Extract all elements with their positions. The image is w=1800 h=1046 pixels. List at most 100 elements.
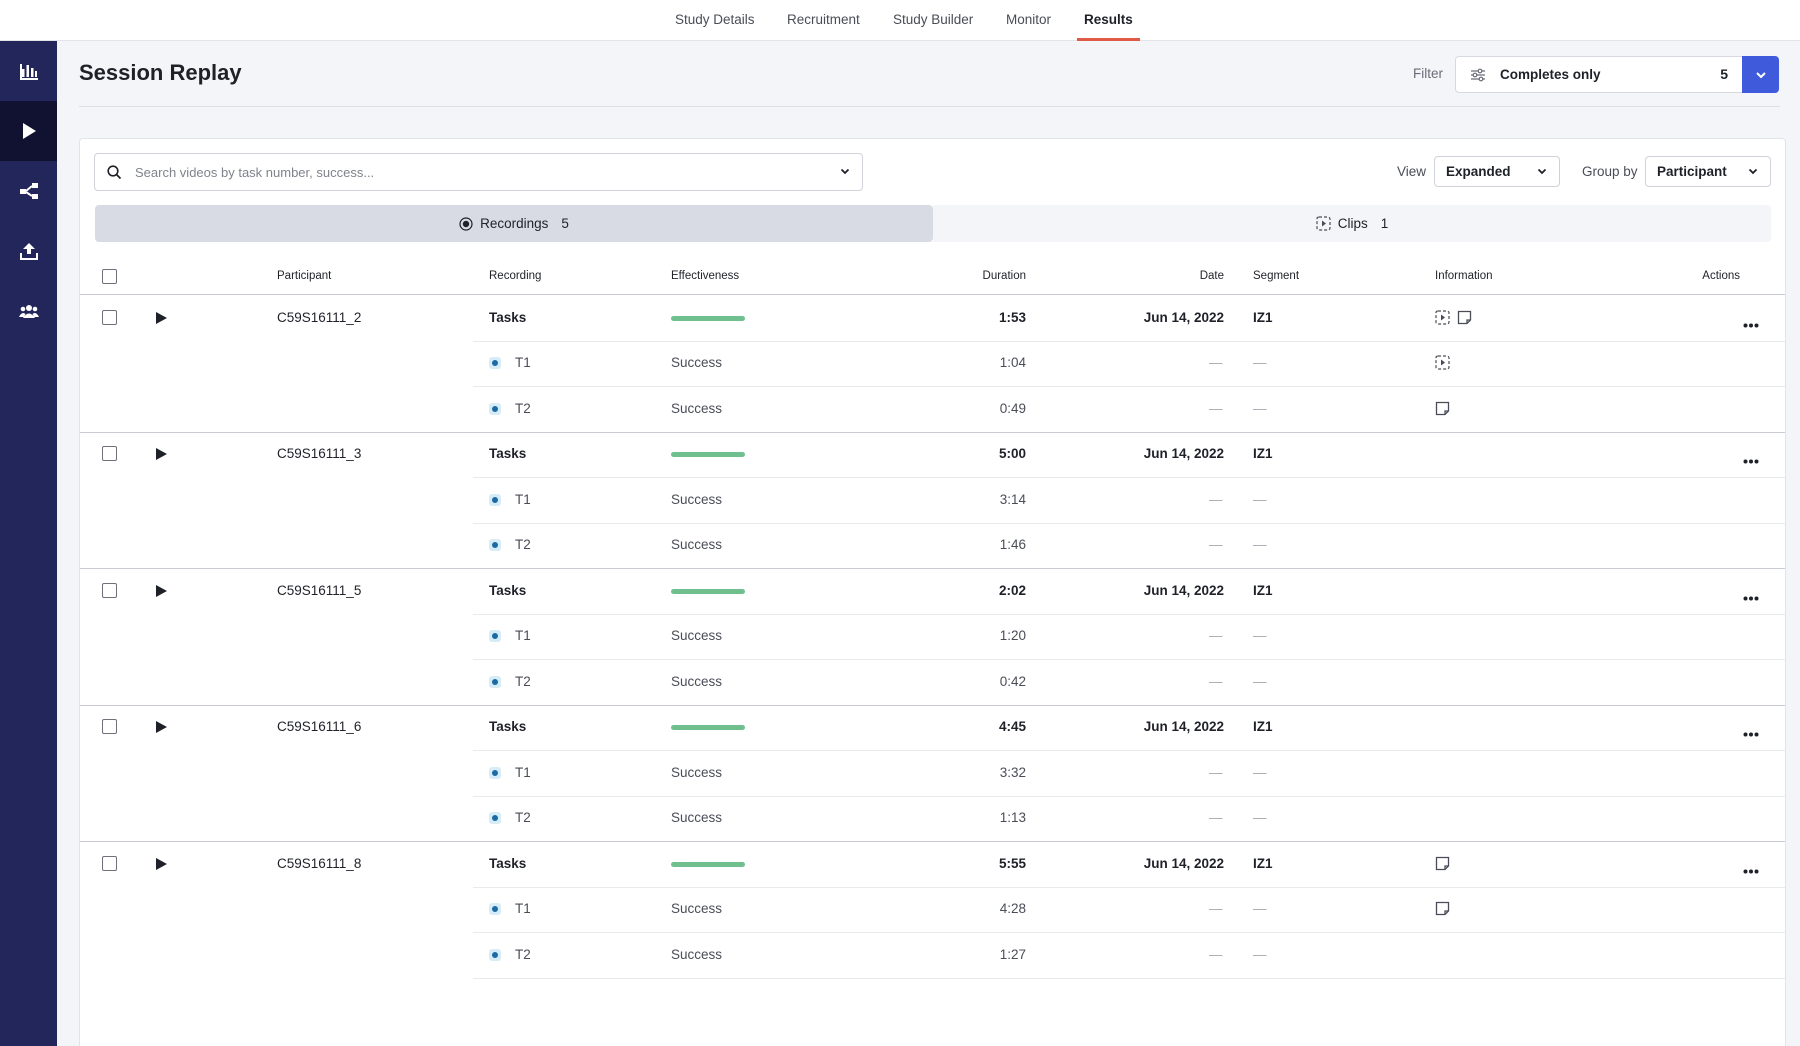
view-value: Expanded [1446, 164, 1511, 179]
select-all-checkbox[interactable] [102, 269, 117, 284]
chevron-down-icon[interactable] [840, 168, 850, 175]
date: Jun 14, 2022 [1143, 719, 1224, 735]
row-checkbox[interactable] [102, 855, 117, 871]
filter-select[interactable]: Completes only 5 [1455, 56, 1743, 93]
search-input[interactable] [135, 162, 815, 182]
segment-empty: — [1253, 355, 1267, 371]
note-icon[interactable] [1457, 310, 1472, 330]
more-actions-icon[interactable] [1743, 724, 1759, 742]
task-number[interactable]: T1 [515, 492, 531, 507]
play-button[interactable] [155, 447, 168, 466]
participant-id[interactable]: C59S16111_6 [277, 719, 361, 734]
filter-label: Filter [1413, 66, 1443, 81]
record-icon [459, 216, 473, 231]
tab-study-builder[interactable]: Study Builder [893, 0, 973, 41]
row-divider [473, 340, 1785, 342]
date: Jun 14, 2022 [1143, 582, 1224, 598]
tab-recruitment[interactable]: Recruitment [787, 0, 860, 41]
segment: IZ1 [1253, 309, 1273, 325]
tab-recordings[interactable]: Recordings 5 [95, 205, 933, 242]
group-divider [80, 431, 1785, 433]
more-actions-icon[interactable] [1743, 315, 1759, 333]
col-date[interactable]: Date [1124, 270, 1224, 282]
group-by-select[interactable]: Participant [1645, 156, 1771, 187]
row-checkbox[interactable] [102, 446, 117, 462]
more-actions-icon[interactable] [1743, 451, 1759, 469]
play-button[interactable] [155, 720, 168, 739]
note-icon[interactable] [1435, 901, 1450, 921]
date: Jun 14, 2022 [1143, 309, 1224, 325]
col-effectiveness[interactable]: Effectiveness [671, 270, 739, 282]
row-checkbox[interactable] [102, 719, 117, 735]
task-result: Success [671, 537, 723, 553]
sidebar-item-session-replay[interactable] [0, 101, 57, 161]
row-divider [473, 932, 1785, 933]
clips-label: Clips [1337, 216, 1368, 231]
row-divider [473, 750, 1785, 751]
task-number[interactable]: T2 [515, 537, 531, 552]
recording-name: Tasks [489, 582, 527, 598]
sidebar-item-analytics[interactable] [0, 41, 57, 101]
task-number[interactable]: T1 [515, 355, 531, 370]
play-button[interactable] [155, 311, 168, 330]
participant-id[interactable]: C59S16111_5 [277, 583, 361, 598]
filter-value: Completes only [1500, 67, 1601, 82]
segment-empty: — [1253, 764, 1267, 780]
search-box[interactable] [94, 153, 863, 191]
clip-icon[interactable] [1435, 310, 1450, 330]
task-result: Success [671, 673, 723, 689]
task-number[interactable]: T2 [515, 674, 531, 689]
more-actions-icon[interactable] [1743, 861, 1759, 879]
sidebar-item-participants[interactable] [0, 281, 57, 341]
task-duration: 1:20 [999, 628, 1026, 644]
sidebar-item-export[interactable] [0, 221, 57, 281]
task-icon [489, 402, 501, 415]
col-participant[interactable]: Participant [277, 270, 331, 282]
row-checkbox[interactable] [102, 582, 117, 598]
col-actions: Actions [1702, 270, 1740, 282]
task-result: Success [671, 764, 723, 780]
view-select[interactable]: Expanded [1434, 156, 1560, 187]
sliders-icon [1471, 68, 1485, 82]
duration: 1:53 [998, 309, 1026, 325]
task-number[interactable]: T2 [515, 810, 531, 825]
date-empty: — [1209, 491, 1223, 507]
play-button[interactable] [155, 857, 168, 876]
tab-results[interactable]: Results [1077, 0, 1140, 41]
clip-icon[interactable] [1435, 355, 1450, 375]
task-number[interactable]: T2 [515, 401, 531, 416]
task-icon [489, 539, 501, 552]
participant-id[interactable]: C59S16111_8 [277, 856, 361, 871]
tab-study-details[interactable]: Study Details [675, 0, 755, 41]
clips-count: 1 [1380, 216, 1389, 231]
group-by-label: Group by [1582, 164, 1638, 179]
task-result: Success [671, 901, 723, 917]
recording-name: Tasks [489, 309, 527, 325]
task-result: Success [671, 400, 723, 416]
row-checkbox[interactable] [102, 309, 117, 325]
play-button[interactable] [155, 584, 168, 603]
task-number[interactable]: T2 [515, 947, 531, 962]
task-result: Success [671, 355, 723, 371]
filter-count: 5 [1720, 66, 1728, 82]
tab-monitor[interactable]: Monitor [1006, 0, 1051, 41]
task-number[interactable]: T1 [515, 901, 531, 916]
tab-clips[interactable]: Clips 1 [933, 205, 1771, 242]
task-number[interactable]: T1 [515, 628, 531, 643]
note-icon[interactable] [1435, 401, 1450, 421]
participant-id[interactable]: C59S16111_2 [277, 310, 361, 325]
participant-id[interactable]: C59S16111_3 [277, 446, 361, 461]
sidebar-item-flows[interactable] [0, 161, 57, 221]
task-number[interactable]: T1 [515, 765, 531, 780]
filter-dropdown-button[interactable] [1742, 56, 1779, 93]
segment: IZ1 [1253, 855, 1273, 871]
effectiveness-bar [671, 861, 745, 867]
col-recording[interactable]: Recording [489, 270, 541, 282]
more-actions-icon[interactable] [1743, 588, 1759, 606]
col-duration[interactable]: Duration [926, 270, 1026, 282]
col-segment[interactable]: Segment [1253, 270, 1299, 282]
effectiveness-bar [671, 725, 745, 731]
task-duration: 1:04 [999, 355, 1026, 371]
note-icon[interactable] [1435, 856, 1450, 876]
row-divider [473, 613, 1785, 615]
